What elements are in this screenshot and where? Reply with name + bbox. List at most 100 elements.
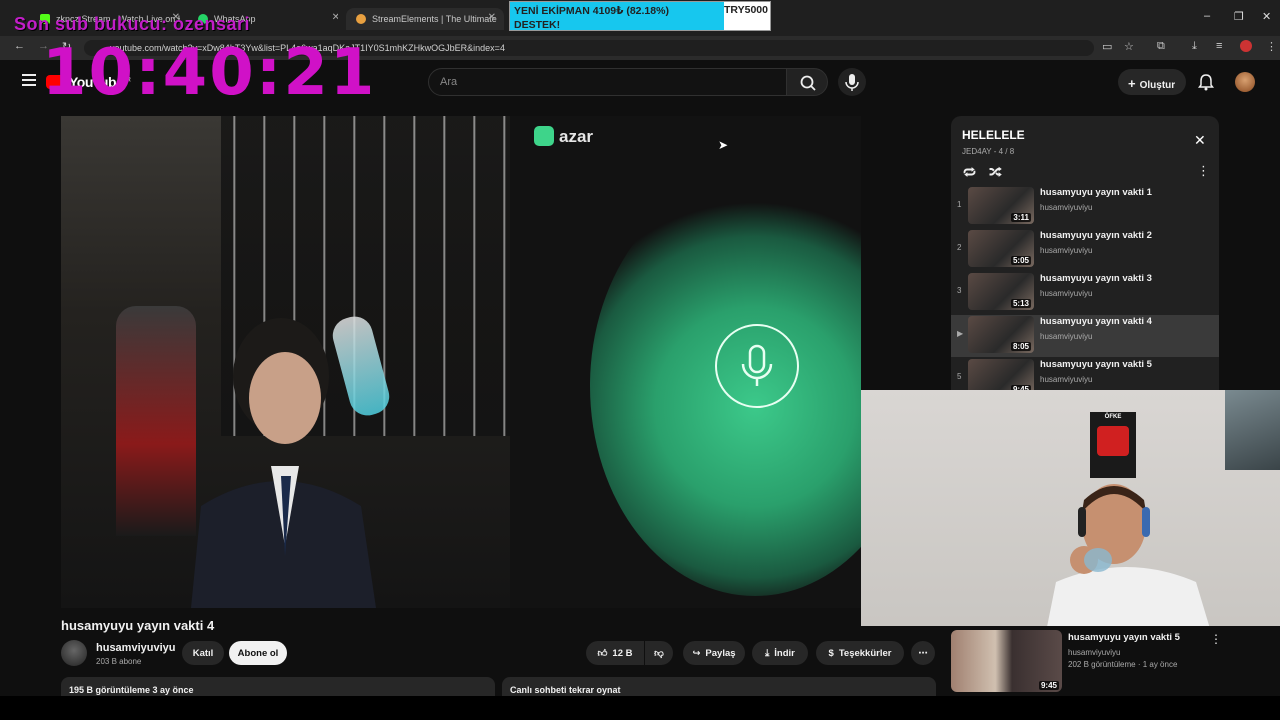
channel-name[interactable]: husamviyuviyu [96,642,175,654]
create-button[interactable]: + Oluştur [1118,69,1186,95]
download-button[interactable]: ⤓ İndir [752,641,808,665]
duration-badge: 8:05 [1010,342,1031,351]
media-controls-icon[interactable]: ≡ [1216,40,1222,52]
playlist-item-channel: husamviyuviyu [1040,375,1093,384]
window-background [1225,390,1280,470]
browser-menu-icon[interactable]: ⋮ [1266,40,1277,53]
subscribe-button[interactable]: Abone ol [229,641,287,665]
tab-streamelements[interactable]: StreamElements | The Ultimate ✕ [346,8,504,30]
microphone-icon [741,344,773,386]
more-icon: ⋯ [918,647,928,659]
loop-icon[interactable]: 🔁︎ [963,163,976,182]
playlist-menu-icon[interactable]: ⋮ [1197,163,1210,179]
minimize-button[interactable]: – [1204,10,1210,22]
thumbs-down-icon: 👎︎ [654,648,664,659]
azar-icon [534,126,554,146]
bookmark-star-icon[interactable]: ☆ [1124,40,1134,53]
streamer-camera-feed [61,116,510,608]
playlist-item[interactable]: ▶ 8:05 husamyuyu yayın vakti 4 husamviyuviy… [951,315,1219,357]
account-avatar[interactable] [1235,72,1255,92]
playlist-item[interactable]: 3 5:13 husamyuyu yayın vakti 3 husamviyuviy… [951,272,1219,314]
playlist-panel: HELELELE JED4AY - 4 / 8 ✕ 🔁︎ 🔀︎ ⋮ 1 3:11 h… [951,116,1219,392]
playlist-item-channel: husamviyuviyu [1040,203,1093,212]
azar-call-panel: azar [510,116,861,608]
join-button[interactable]: Katıl [182,641,224,665]
next-video-title[interactable]: husamyuyu yayın vakti 5 [1068,632,1180,643]
azar-microphone-button [715,324,799,408]
close-tab-icon[interactable]: ✕ [332,12,338,23]
poster-character [1097,426,1129,456]
like-button[interactable]: 👍︎ 12 B [586,641,644,665]
playlist-item-thumbnail: 3:11 [968,187,1034,224]
next-video-meta: 202 B görüntüleme · 1 ay önce [1068,660,1178,669]
playlist-item-channel: husamviyuviyu [1040,289,1093,298]
azar-logo: azar [534,126,593,147]
dislike-button[interactable]: 👎︎ [645,641,673,665]
playlist-item[interactable]: 1 3:11 husamyuyu yayın vakti 1 husamviyuviy… [951,186,1219,228]
playlist-item-index: 3 [957,286,962,295]
streamer-facecam: ÖFKE [861,390,1280,626]
poster-label: ÖFKE [1104,414,1122,420]
restore-button[interactable]: ❐ [1234,10,1244,23]
playlist-item-title: husamyuyu yayın vakti 3 [1040,273,1152,284]
replay-chat-label: Canlı sohbeti tekrar oynat [510,685,621,695]
duration-badge: 5:13 [1010,299,1031,308]
last-sub-overlay: Son sub bukucu: ozensari [14,14,251,34]
taskbar-strip [0,696,1280,720]
bell-icon [1198,74,1214,91]
duration-badge: 3:11 [1011,213,1031,222]
menu-icon[interactable] [22,74,36,86]
join-label: Katıl [192,647,214,659]
thanks-button[interactable]: $ Teşekkürler [816,641,904,665]
channel-avatar[interactable] [61,640,87,666]
search-input[interactable] [440,73,740,91]
playlist-item-title: husamyuyu yayın vakti 1 [1040,187,1152,198]
streamelements-icon [356,14,366,24]
notifications-button[interactable] [1198,73,1214,91]
playlist-item[interactable]: 2 5:05 husamyuyu yayın vakti 2 husamviyuviy… [951,229,1219,271]
playlist-item-channel: husamviyuviyu [1040,246,1093,255]
more-actions-button[interactable]: ⋯ [911,641,935,665]
download-label: İndir [774,647,795,659]
clock-overlay: 10:40:21 [42,36,377,110]
search-button[interactable] [786,68,828,96]
downloads-icon[interactable]: ⤓ [1192,40,1197,53]
donation-text: YENİ EKİPMAN 4109₺ (82.18%) DESTEK! [514,4,669,32]
playlist-item-title: husamyuyu yayın vakti 2 [1040,230,1152,241]
like-count: 12 B [612,647,633,659]
next-video-channel: husamviyuviyu [1068,648,1121,657]
profile-avatar[interactable] [1240,40,1252,52]
share-icon: ↪ [692,647,701,659]
donation-goal-bar: YENİ EKİPMAN 4109₺ (82.18%) DESTEK! TRY5… [509,1,771,31]
close-window-button[interactable]: ✕ [1262,10,1271,23]
playlist-meta: JED4AY - 4 / 8 [962,147,1015,156]
download-icon: ⤓ [765,647,770,659]
video-player[interactable]: azar [61,116,861,608]
close-playlist-icon[interactable]: ✕ [1194,132,1206,149]
microphone-icon [845,74,859,91]
playlist-item-thumbnail: 5:13 [968,273,1034,310]
search-icon [800,75,816,91]
playlist-item-channel: husamviyuviyu [1040,332,1093,341]
views-line: 195 B görüntüleme 3 ay önce [69,685,194,695]
duration-badge: 9:45 [1038,681,1059,690]
voice-search-button[interactable] [838,68,866,96]
share-button[interactable]: ↪ Paylaş [683,641,745,665]
create-label: Oluştur [1139,80,1176,91]
azar-logo-text: azar [559,127,594,146]
thumbs-up-icon: 👍︎ [597,648,608,659]
extensions-icon[interactable]: ⧉ [1157,40,1165,53]
shuffle-icon[interactable]: 🔀︎ [989,163,1002,182]
back-icon[interactable]: ← [14,40,25,52]
tab-title: StreamElements | The Ultimate [372,14,497,24]
next-video-thumbnail[interactable]: 9:45 [951,630,1062,692]
next-video-menu-icon[interactable]: ⋮ [1210,632,1222,646]
share-label: Paylaş [705,647,736,659]
donation-line2: DESTEK! [514,19,561,31]
thanks-icon: $ [828,647,834,659]
playlist-title[interactable]: HELELELE [962,128,1025,142]
plus-icon: + [1128,76,1136,91]
close-tab-icon[interactable]: ✕ [488,12,496,23]
playlist-item[interactable]: 5 9:45 husamyuyu yayın vakti 5 husamviyuviy… [951,358,1219,392]
cast-icon[interactable]: ▭ [1102,40,1112,53]
